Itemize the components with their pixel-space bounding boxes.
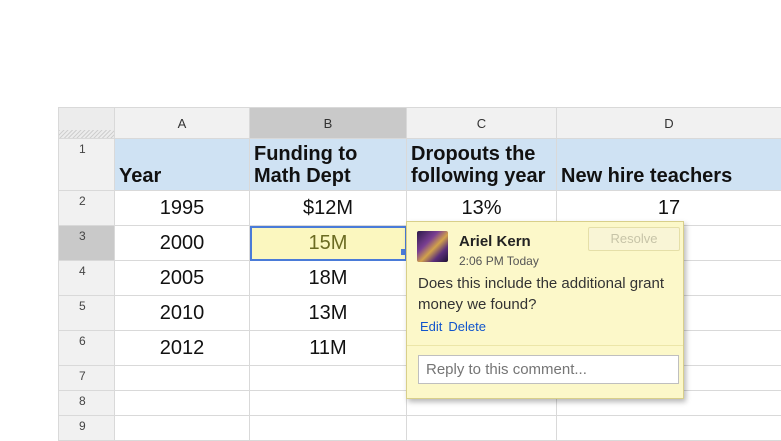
row-header-6[interactable]: 6 [59, 331, 115, 366]
cell-a1[interactable]: Year [115, 139, 250, 191]
cell-b6[interactable]: 11M [250, 331, 407, 366]
comment-actions: Edit Delete [420, 319, 492, 334]
cell-a8[interactable] [115, 391, 250, 416]
comment-popup: Ariel Kern 2:06 PM Today Resolve Does th… [406, 221, 684, 399]
cell-b5[interactable]: 13M [250, 296, 407, 331]
column-header-a[interactable]: A [115, 108, 250, 139]
avatar [417, 231, 448, 262]
row-header-5[interactable]: 5 [59, 296, 115, 331]
column-header-c[interactable]: C [407, 108, 557, 139]
comment-text: Does this include the additional grant m… [418, 273, 673, 315]
column-header-b[interactable]: B [250, 108, 407, 139]
cell-a4[interactable]: 2005 [115, 261, 250, 296]
row-header-9[interactable]: 9 [59, 416, 115, 441]
cell-b9[interactable] [250, 416, 407, 441]
row-header-2[interactable]: 2 [59, 191, 115, 226]
comment-timestamp: 2:06 PM Today [459, 254, 539, 268]
row-header-1[interactable]: 1 [59, 139, 115, 191]
edit-link[interactable]: Edit [420, 319, 442, 334]
cell-d9[interactable] [557, 416, 781, 441]
comment-divider [407, 345, 683, 346]
cell-a5[interactable]: 2010 [115, 296, 250, 331]
reply-input[interactable] [418, 355, 679, 384]
comment-author: Ariel Kern [459, 233, 531, 250]
cell-b3-active[interactable]: 15M [250, 226, 407, 261]
cell-b7[interactable] [250, 366, 407, 391]
cell-c9[interactable] [407, 416, 557, 441]
cell-a2[interactable]: 1995 [115, 191, 250, 226]
cell-d1[interactable]: New hire teachers [557, 139, 781, 191]
resolve-button[interactable]: Resolve [588, 227, 680, 251]
cell-a7[interactable] [115, 366, 250, 391]
row-header-7[interactable]: 7 [59, 366, 115, 391]
cell-c1[interactable]: Dropouts the following year [407, 139, 557, 191]
column-header-d[interactable]: D [557, 108, 781, 139]
cell-b4[interactable]: 18M [250, 261, 407, 296]
row-header-8[interactable]: 8 [59, 391, 115, 416]
delete-link[interactable]: Delete [448, 319, 486, 334]
cell-a6[interactable]: 2012 [115, 331, 250, 366]
row-header-4[interactable]: 4 [59, 261, 115, 296]
cell-b1[interactable]: Funding to Math Dept [250, 139, 407, 191]
cell-b2[interactable]: $12M [250, 191, 407, 226]
cell-a9[interactable] [115, 416, 250, 441]
cell-b8[interactable] [250, 391, 407, 416]
select-all-corner[interactable] [59, 108, 115, 139]
row-header-3[interactable]: 3 [59, 226, 115, 261]
cell-a3[interactable]: 2000 [115, 226, 250, 261]
